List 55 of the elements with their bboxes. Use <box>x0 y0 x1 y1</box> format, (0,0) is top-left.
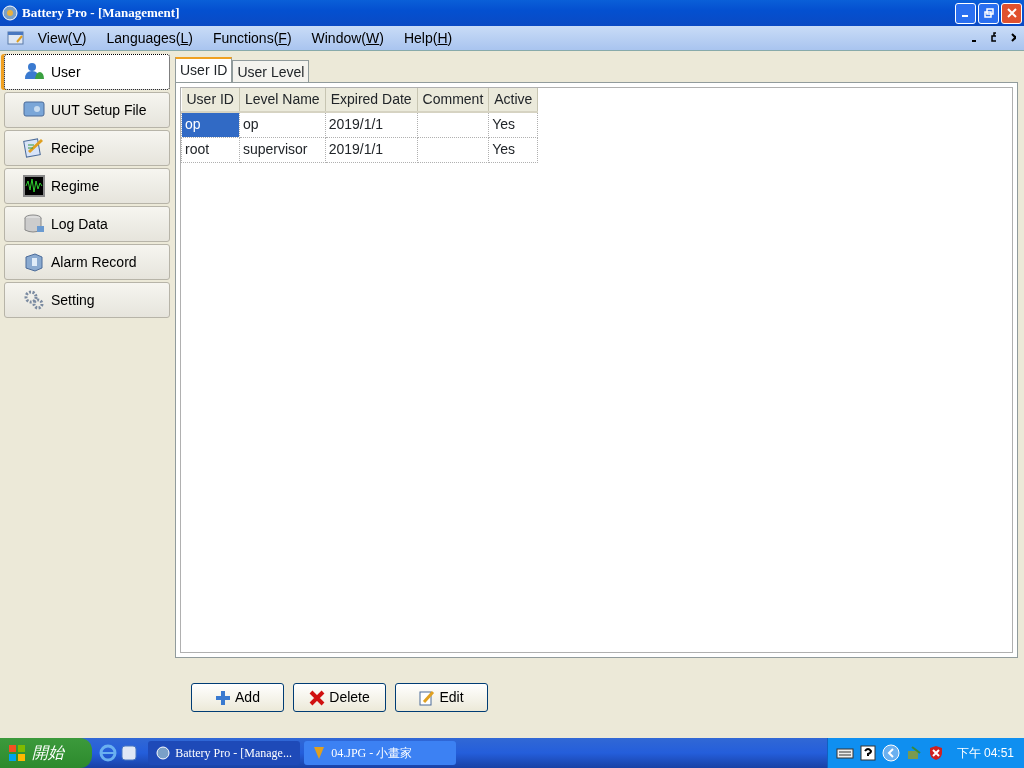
desktop-icon[interactable] <box>119 744 138 762</box>
taskbar-button[interactable]: Battery Pro - [Manage... <box>148 741 301 765</box>
database-icon <box>23 213 45 235</box>
browser-icon[interactable] <box>98 744 117 762</box>
pencil-document-icon <box>23 137 45 159</box>
shield-icon[interactable] <box>928 745 945 761</box>
sidebar-item[interactable]: User <box>4 54 170 90</box>
table-cell: supervisor <box>239 137 326 162</box>
table-cell: op <box>181 112 240 137</box>
column-header[interactable]: Active <box>488 88 538 112</box>
waveform-icon <box>23 175 45 197</box>
document-icon <box>6 31 25 45</box>
column-header[interactable]: Level Name <box>239 88 326 112</box>
sidebar-item[interactable]: Alarm Record <box>4 244 170 280</box>
edit-button[interactable]: Edit <box>395 683 488 712</box>
menu-item[interactable]: Window(W) <box>301 27 394 49</box>
sidebar-item[interactable]: Recipe <box>4 130 170 166</box>
menu-item[interactable]: Languages(L) <box>96 27 203 49</box>
menu-item[interactable]: Help(H) <box>393 27 463 49</box>
delete-button[interactable]: Delete <box>293 683 386 712</box>
table-cell: Yes <box>488 112 538 137</box>
table-cell: 2019/1/1 <box>325 137 418 162</box>
windows-logo-icon <box>8 744 26 762</box>
plus-icon <box>215 689 232 706</box>
tab[interactable]: User Level <box>232 60 310 82</box>
sidebar-item[interactable]: Setting <box>4 282 170 318</box>
start-button[interactable]: 開始 <box>0 738 92 768</box>
minimize-button[interactable] <box>955 2 976 24</box>
keyboard-icon[interactable] <box>836 747 855 759</box>
column-header[interactable]: Expired Date <box>325 88 418 112</box>
paint-icon <box>312 746 327 760</box>
app-icon <box>156 746 171 760</box>
table-cell: root <box>181 137 240 162</box>
table-cell: Yes <box>488 137 538 162</box>
sidebar-item[interactable]: Log Data <box>4 206 170 242</box>
app-icon <box>2 5 18 21</box>
window-title: Battery Pro - [Management] <box>22 4 180 23</box>
table-cell: 2019/1/1 <box>325 112 418 137</box>
chevron-left-icon[interactable] <box>882 744 901 762</box>
cross-icon <box>309 689 326 706</box>
clock: 下午 04:51 <box>956 745 1014 762</box>
add-button[interactable]: Add <box>191 683 284 712</box>
tab[interactable]: User ID <box>175 57 233 82</box>
menu-item[interactable]: Functions(F) <box>202 27 302 49</box>
sidebar-item[interactable]: Regime <box>4 168 170 204</box>
restore-button[interactable] <box>978 2 999 24</box>
help-icon[interactable] <box>860 745 877 761</box>
taskbar-button[interactable]: 04.JPG - 小畫家 <box>304 741 457 765</box>
sidebar-item[interactable]: UUT Setup File <box>4 92 170 128</box>
table-cell: op <box>239 112 326 137</box>
column-header[interactable]: Comment <box>417 88 489 112</box>
menu-item[interactable]: View(V) <box>27 27 97 49</box>
close-button[interactable] <box>1001 2 1022 24</box>
column-header[interactable]: User ID <box>181 88 240 112</box>
edit-icon <box>419 689 436 706</box>
